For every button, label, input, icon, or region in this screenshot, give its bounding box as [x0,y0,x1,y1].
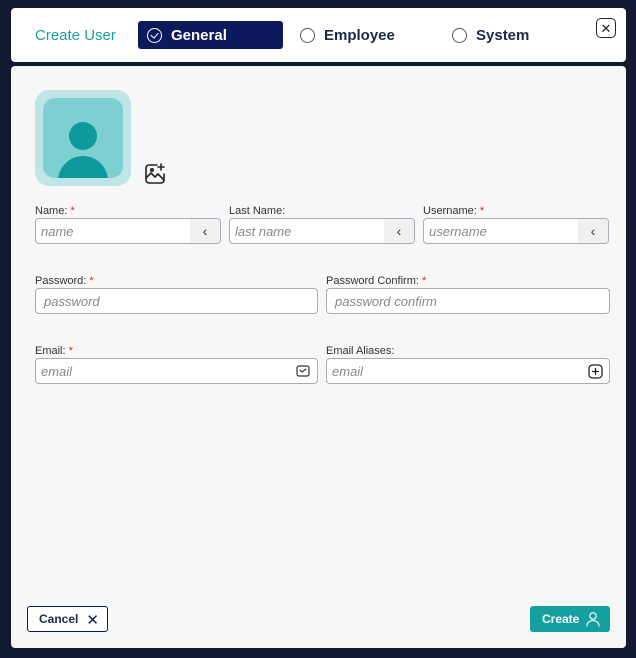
username-input[interactable]: username ‹ [423,218,609,244]
chevron-left-icon[interactable]: ‹ [384,219,414,243]
last-name-input[interactable]: last name ‹ [229,218,415,244]
tab-label: Employee [324,26,395,44]
password-input[interactable]: password [35,288,318,314]
create-label: Create [542,612,580,626]
name-label: Name: * [35,205,75,217]
header-bar: Create User General Employee System ✕ [11,8,626,62]
email-verify-icon[interactable] [289,359,317,383]
user-add-icon [586,612,600,627]
add-alias-icon[interactable] [581,359,609,383]
user-silhouette-icon [43,98,123,178]
password-label: Password: * [35,275,94,287]
tab-label: System [476,26,530,44]
password-confirm-label: Password Confirm: * [326,275,427,287]
cancel-label: Cancel [39,612,79,626]
password-confirm-input[interactable]: password confirm [326,288,610,314]
avatar[interactable] [35,90,131,186]
tab-system[interactable]: System [452,21,529,49]
close-button[interactable]: ✕ [596,18,616,38]
radio-circle-icon [300,27,315,43]
chevron-left-icon[interactable]: ‹ [190,219,220,243]
name-input[interactable]: name ‹ [35,218,221,244]
close-icon: ✕ [600,20,612,36]
close-icon: ✕ [86,612,99,629]
email-input[interactable]: email [35,358,318,384]
tab-label: General [171,26,227,44]
check-circle-icon [147,27,162,43]
email-label: Email: * [35,345,73,357]
create-button[interactable]: Create [530,606,610,632]
tab-employee[interactable]: Employee [300,21,395,49]
image-upload-icon[interactable] [143,162,167,186]
chevron-left-icon[interactable]: ‹ [578,219,608,243]
cancel-button[interactable]: Cancel ✕ [27,606,108,632]
username-label: Username: * [423,205,485,217]
form-panel: Name: * name ‹ Last Name: last name ‹ Us… [11,66,626,648]
dialog-title: Create User [35,27,116,44]
last-name-label: Last Name: [229,205,286,217]
email-aliases-input[interactable]: email [326,358,610,384]
email-aliases-label: Email Aliases: [326,345,395,357]
radio-circle-icon [452,27,467,43]
tab-general[interactable]: General [138,21,283,49]
